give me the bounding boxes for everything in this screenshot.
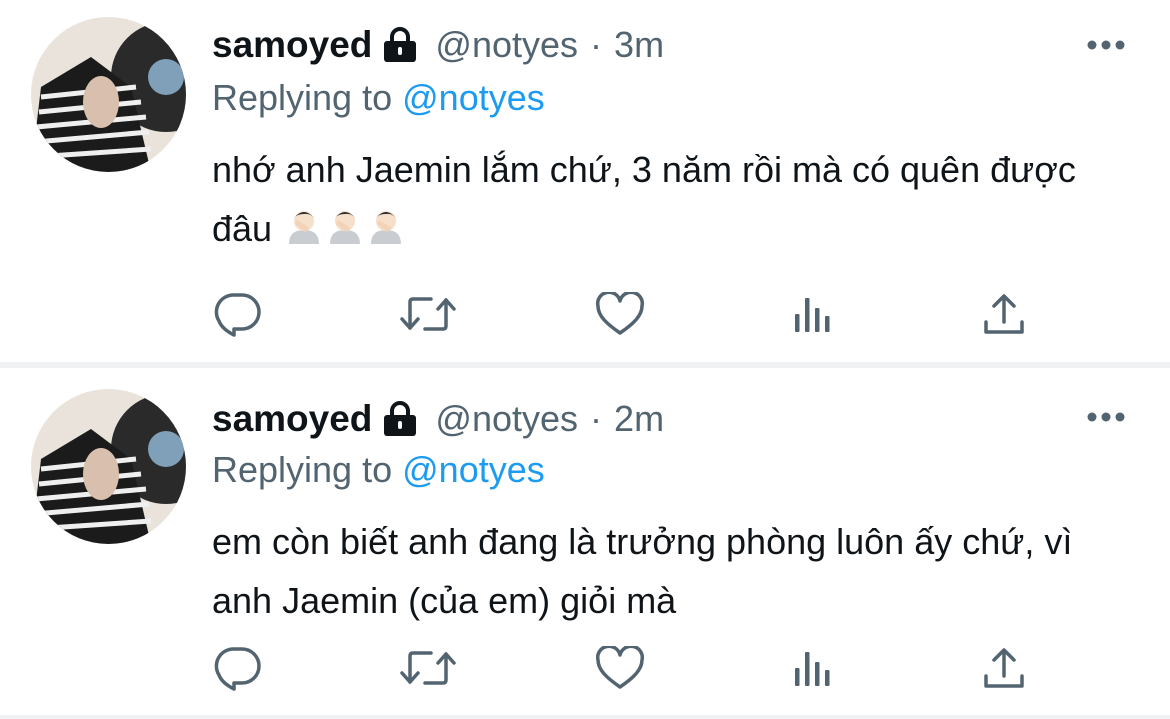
like-button[interactable]: [590, 638, 650, 698]
display-name[interactable]: samoyed: [212, 24, 372, 66]
like-icon: [595, 646, 645, 689]
mention-link[interactable]: @notyes: [402, 77, 545, 118]
replying-prefix: Replying to: [212, 77, 393, 118]
views-button[interactable]: [783, 284, 843, 344]
avatar[interactable]: [31, 17, 186, 172]
views-icon: [795, 298, 830, 332]
facepalm-emoji: [285, 202, 323, 261]
share-button[interactable]: [974, 638, 1034, 698]
timestamp[interactable]: 3m: [614, 24, 664, 66]
views-button[interactable]: [783, 638, 843, 698]
handle[interactable]: @notyes: [435, 398, 578, 440]
share-icon: [984, 294, 1024, 334]
lock-icon: [381, 27, 419, 63]
facepalm-emoji: [326, 202, 364, 261]
avatar[interactable]: [31, 389, 186, 544]
views-icon: [795, 652, 830, 686]
separator: ·: [590, 398, 603, 439]
tweet-header: samoyed @notyes · 3m: [212, 22, 664, 68]
like-button[interactable]: [590, 284, 650, 344]
mention-link[interactable]: @notyes: [402, 449, 545, 490]
lock-icon: [381, 401, 419, 437]
tweet-text: em còn biết anh đang là trưởng phòng luô…: [212, 512, 1112, 630]
retweet-icon: [400, 297, 456, 331]
reply-button[interactable]: [208, 284, 268, 344]
like-icon: [595, 292, 645, 335]
handle[interactable]: @notyes: [435, 24, 578, 66]
tweet[interactable]: samoyed @notyes · 3m Replying to @notyes…: [0, 0, 1170, 362]
separator: ·: [590, 24, 603, 65]
reply-icon: [214, 293, 261, 337]
replying-to: Replying to @notyes: [212, 449, 545, 491]
share-button[interactable]: [974, 284, 1034, 344]
tweet-body: em còn biết anh đang là trưởng phòng luô…: [212, 521, 1073, 621]
tweet[interactable]: samoyed @notyes · 2m Replying to @notyes…: [0, 368, 1170, 719]
tweet-header: samoyed @notyes · 2m: [212, 396, 664, 442]
replying-to: Replying to @notyes: [212, 77, 545, 119]
reply-icon: [214, 647, 261, 691]
retweet-button[interactable]: [398, 284, 458, 344]
replying-prefix: Replying to: [212, 449, 393, 490]
retweet-icon: [400, 651, 456, 685]
retweet-button[interactable]: [398, 638, 458, 698]
reply-button[interactable]: [208, 638, 268, 698]
timestamp[interactable]: 2m: [614, 398, 664, 440]
more-icon[interactable]: [1086, 38, 1126, 56]
facepalm-emoji: [367, 202, 405, 261]
facepalm-emoji-group: [282, 208, 405, 249]
tweet-divider: [0, 715, 1170, 719]
share-icon: [984, 648, 1024, 688]
more-icon[interactable]: [1086, 410, 1126, 428]
display-name[interactable]: samoyed: [212, 398, 372, 440]
tweet-text: nhớ anh Jaemin lắm chứ, 3 năm rồi mà có …: [212, 140, 1112, 261]
